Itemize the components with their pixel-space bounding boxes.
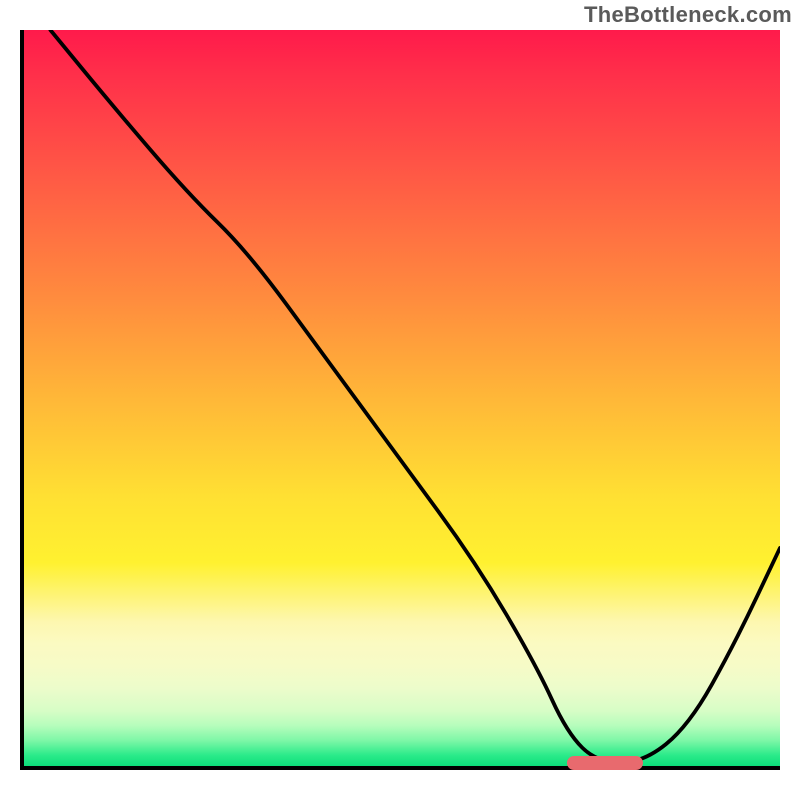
plot-area (20, 30, 780, 770)
optimal-range-marker (567, 756, 643, 770)
watermark-text: TheBottleneck.com (584, 2, 792, 28)
curve-path (50, 30, 780, 763)
chart-stage: TheBottleneck.com (0, 0, 800, 800)
bottleneck-curve (20, 30, 780, 770)
